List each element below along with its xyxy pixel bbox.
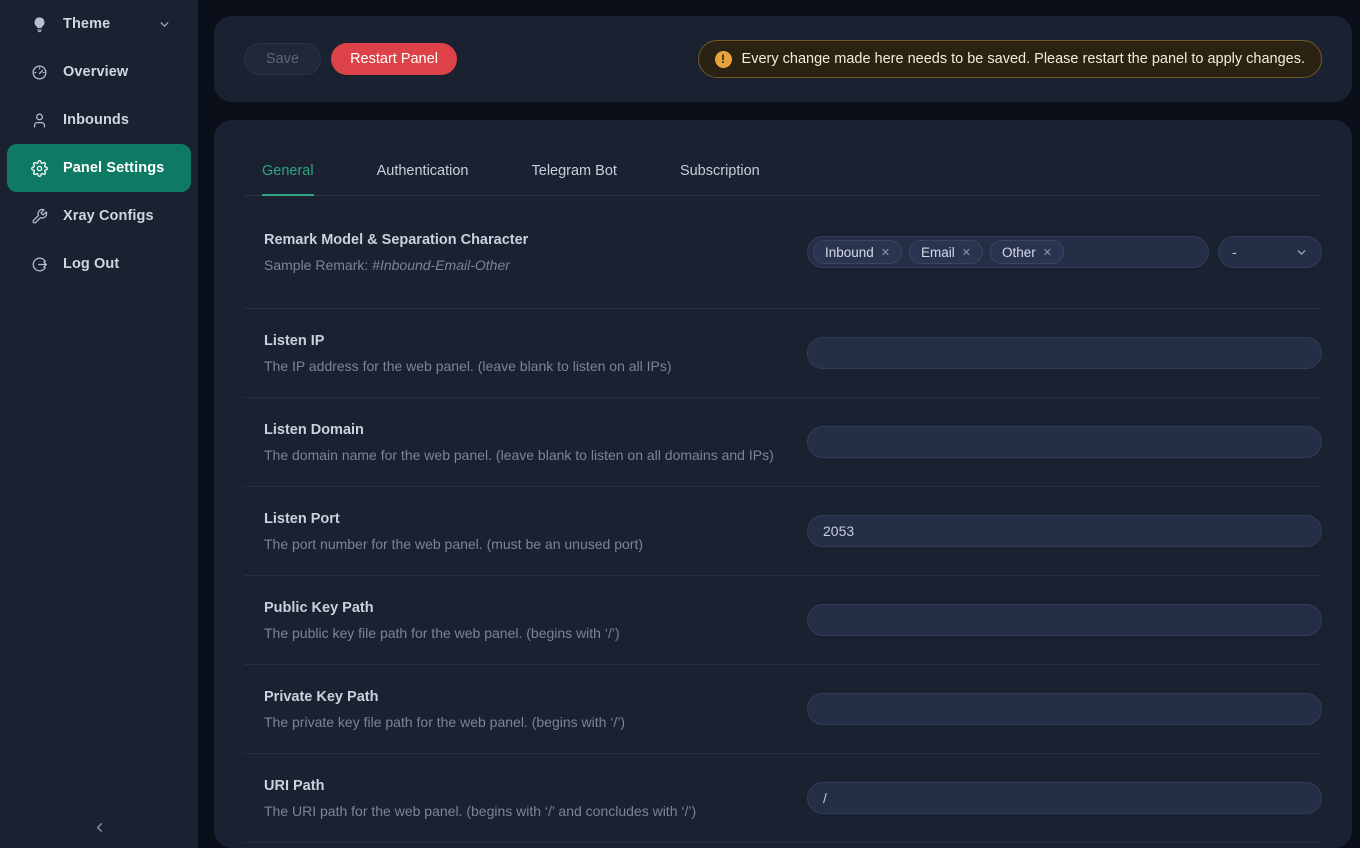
sample-remark-value: #Inbound-Email-Other bbox=[372, 257, 510, 273]
tag-remove-icon[interactable]: ✕ bbox=[962, 246, 971, 259]
tag-remove-icon[interactable]: ✕ bbox=[1043, 246, 1052, 259]
user-icon bbox=[31, 112, 48, 129]
warning-icon: ! bbox=[715, 51, 732, 68]
tab-authentication[interactable]: Authentication bbox=[377, 150, 469, 196]
field-description: The IP address for the web panel. (leave… bbox=[264, 358, 777, 374]
remark-model-tags-input[interactable]: Inbound ✕ Email ✕ Other ✕ bbox=[807, 236, 1209, 268]
form-row-private-key-path: Private Key Path The private key file pa… bbox=[244, 665, 1322, 754]
form-row-listen-port: Listen Port The port number for the web … bbox=[244, 487, 1322, 576]
tab-telegram-bot[interactable]: Telegram Bot bbox=[532, 150, 617, 196]
field-description: The port number for the web panel. (must… bbox=[264, 536, 777, 552]
panel-settings-card: General Authentication Telegram Bot Subs… bbox=[214, 120, 1352, 848]
field-label: Remark Model & Separation Character bbox=[264, 232, 777, 248]
sidebar-item-label: Xray Configs bbox=[63, 208, 171, 224]
sidebar-item-log-out[interactable]: Log Out bbox=[7, 240, 191, 288]
field-description: The URI path for the web panel. (begins … bbox=[264, 803, 777, 819]
tag-label: Inbound bbox=[825, 245, 874, 260]
chevron-left-icon bbox=[92, 822, 107, 839]
logout-icon bbox=[31, 256, 48, 273]
settings-form: Remark Model & Separation Character Samp… bbox=[244, 196, 1322, 843]
tag-remove-icon[interactable]: ✕ bbox=[881, 246, 890, 259]
field-description: The domain name for the web panel. (leav… bbox=[264, 447, 777, 463]
field-label: Public Key Path bbox=[264, 600, 777, 616]
alert-text: Every change made here needs to be saved… bbox=[742, 51, 1305, 67]
sidebar-item-theme[interactable]: Theme bbox=[7, 0, 191, 48]
field-description: The public key file path for the web pan… bbox=[264, 625, 777, 641]
tab-general[interactable]: General bbox=[262, 150, 314, 196]
gauge-icon bbox=[31, 64, 48, 81]
sidebar-item-inbounds[interactable]: Inbounds bbox=[7, 96, 191, 144]
listen-ip-input[interactable] bbox=[807, 337, 1322, 369]
chevron-down-icon bbox=[158, 18, 171, 31]
save-button[interactable]: Save bbox=[244, 43, 321, 75]
sidebar: Theme Overview Inbounds Panel Settings bbox=[0, 0, 198, 848]
tag-label: Other bbox=[1002, 245, 1036, 260]
tag-label: Email bbox=[921, 245, 955, 260]
main-column: Save Restart Panel ! Every change made h… bbox=[198, 0, 1360, 848]
lightbulb-icon bbox=[31, 16, 48, 33]
public-key-path-input[interactable] bbox=[807, 604, 1322, 636]
uri-path-input[interactable] bbox=[807, 782, 1322, 814]
tab-subscription[interactable]: Subscription bbox=[680, 150, 760, 196]
form-row-remark-model: Remark Model & Separation Character Samp… bbox=[244, 196, 1322, 309]
sample-remark-prefix: Sample Remark: bbox=[264, 257, 372, 273]
sidebar-item-overview[interactable]: Overview bbox=[7, 48, 191, 96]
form-row-public-key-path: Public Key Path The public key file path… bbox=[244, 576, 1322, 665]
tag-inbound: Inbound ✕ bbox=[813, 240, 902, 264]
sidebar-item-label: Theme bbox=[63, 16, 158, 32]
listen-domain-input[interactable] bbox=[807, 426, 1322, 458]
sidebar-item-label: Overview bbox=[63, 64, 171, 80]
wrench-icon bbox=[31, 208, 48, 225]
sidebar-collapse-button[interactable] bbox=[0, 820, 198, 844]
field-label: Private Key Path bbox=[264, 689, 777, 705]
sidebar-item-label: Panel Settings bbox=[63, 160, 171, 176]
private-key-path-input[interactable] bbox=[807, 693, 1322, 725]
tag-other: Other ✕ bbox=[990, 240, 1064, 264]
restart-warning-alert: ! Every change made here needs to be sav… bbox=[698, 40, 1322, 78]
field-description: Sample Remark: #Inbound-Email-Other bbox=[264, 257, 777, 273]
form-row-listen-ip: Listen IP The IP address for the web pan… bbox=[244, 309, 1322, 398]
field-label: Listen IP bbox=[264, 333, 777, 349]
chevron-down-icon bbox=[1295, 246, 1308, 259]
sidebar-item-label: Log Out bbox=[63, 256, 171, 272]
field-label: Listen Domain bbox=[264, 422, 777, 438]
sidebar-item-panel-settings[interactable]: Panel Settings bbox=[7, 144, 191, 192]
listen-port-input[interactable] bbox=[807, 515, 1322, 547]
sidebar-item-label: Inbounds bbox=[63, 112, 171, 128]
form-row-uri-path: URI Path The URI path for the web panel.… bbox=[244, 754, 1322, 843]
gear-icon bbox=[31, 160, 48, 177]
separation-character-select[interactable]: - bbox=[1218, 236, 1322, 268]
sidebar-item-xray-configs[interactable]: Xray Configs bbox=[7, 192, 191, 240]
tag-email: Email ✕ bbox=[909, 240, 983, 264]
select-value: - bbox=[1232, 244, 1237, 260]
field-description: The private key file path for the web pa… bbox=[264, 714, 777, 730]
toolbar: Save Restart Panel ! Every change made h… bbox=[214, 16, 1352, 102]
field-label: Listen Port bbox=[264, 511, 777, 527]
app-root: Theme Overview Inbounds Panel Settings bbox=[0, 0, 1360, 848]
field-label: URI Path bbox=[264, 778, 777, 794]
form-row-listen-domain: Listen Domain The domain name for the we… bbox=[244, 398, 1322, 487]
restart-panel-button[interactable]: Restart Panel bbox=[331, 43, 457, 75]
settings-tabs: General Authentication Telegram Bot Subs… bbox=[244, 150, 1322, 196]
